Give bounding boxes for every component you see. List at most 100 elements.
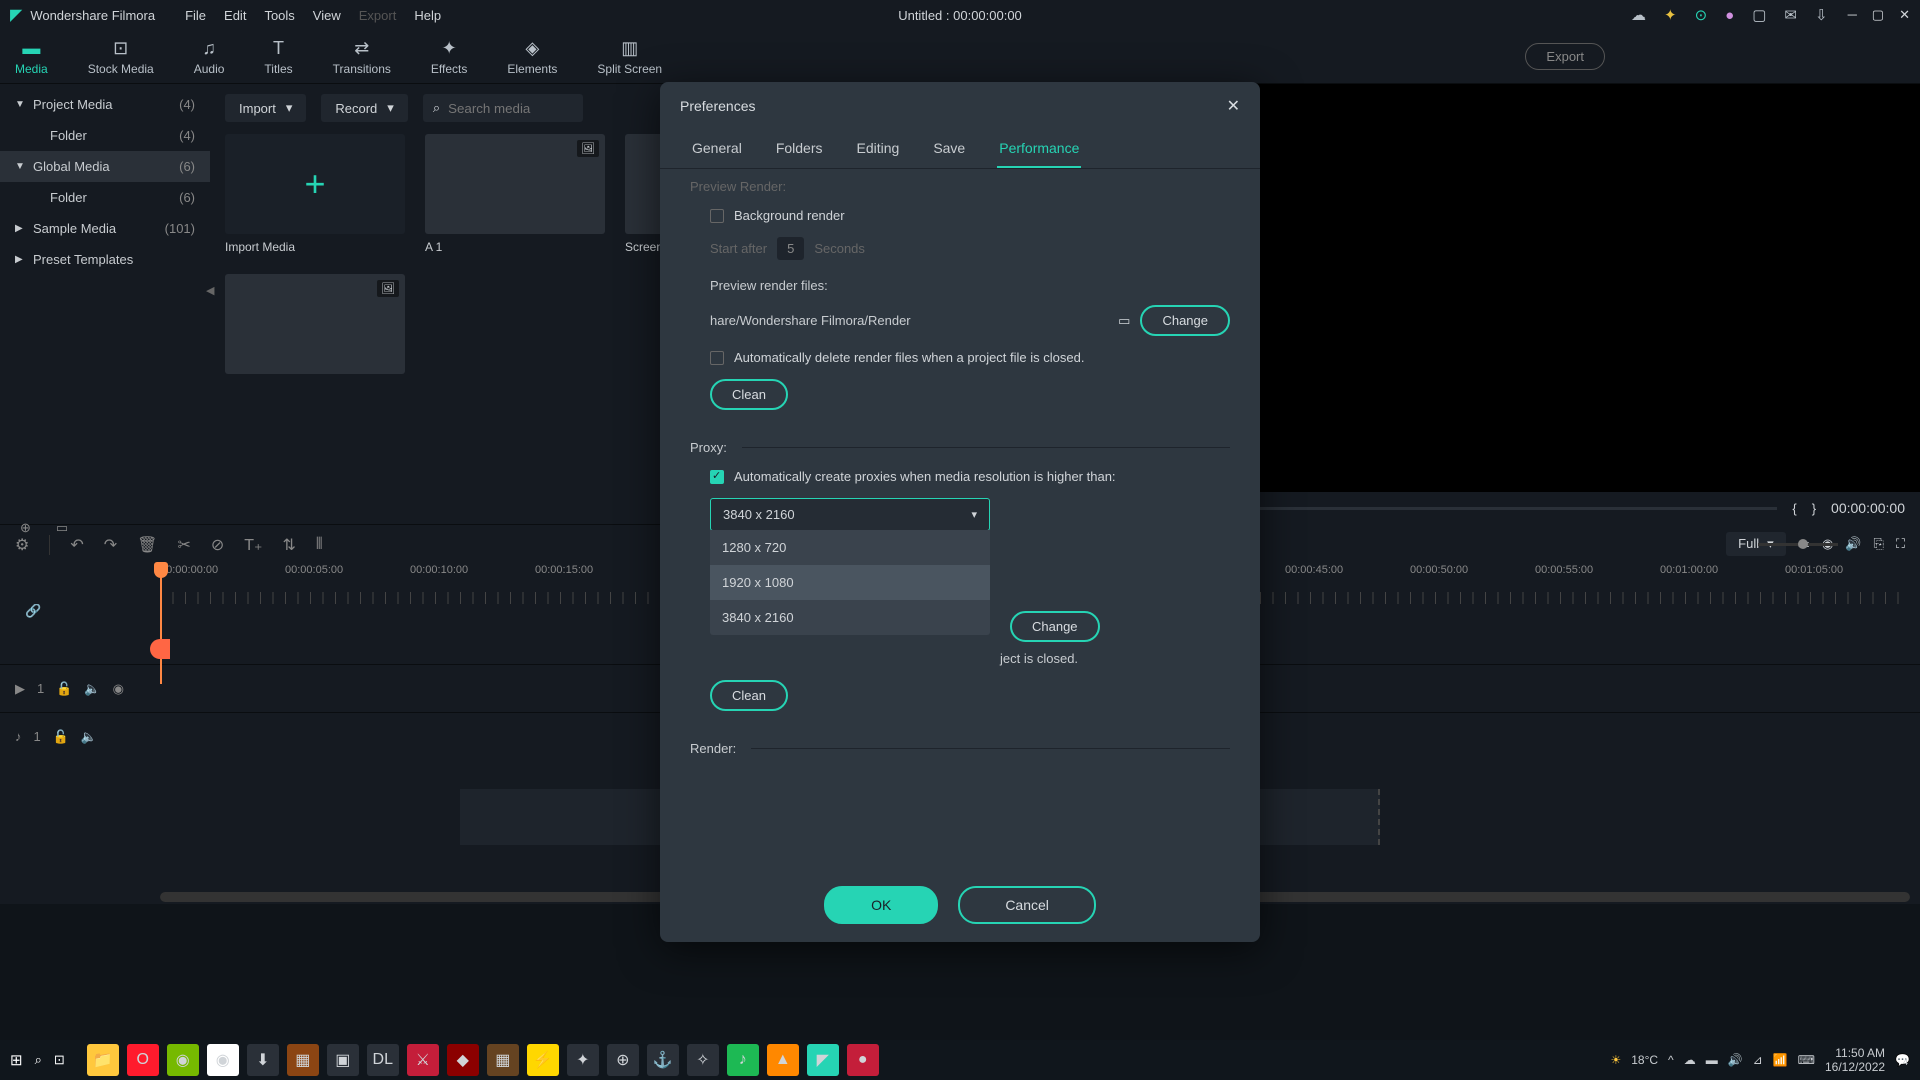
network-icon[interactable]: ⊿ <box>1753 1053 1763 1067</box>
dialog-close-icon[interactable]: ✕ <box>1227 96 1240 116</box>
tab-effects[interactable]: ✦Effects <box>431 38 467 76</box>
battery-icon[interactable]: ▬ <box>1706 1053 1718 1067</box>
app-icon[interactable]: ◆ <box>447 1044 479 1076</box>
app-icon[interactable]: ▣ <box>327 1044 359 1076</box>
wifi-icon[interactable]: 📶 <box>1773 1053 1788 1067</box>
pref-tab-folders[interactable]: Folders <box>774 130 825 168</box>
spotify-icon[interactable]: ♪ <box>727 1044 759 1076</box>
delete-icon[interactable]: 🗑 <box>137 535 157 555</box>
app-icon[interactable]: ⚡ <box>527 1044 559 1076</box>
close-icon[interactable]: ✕ <box>1899 7 1910 23</box>
mail-icon[interactable]: ✉ <box>1784 6 1797 24</box>
tab-split-screen[interactable]: ▥Split Screen <box>597 38 662 76</box>
pref-tab-performance[interactable]: Performance <box>997 130 1081 168</box>
proxy-resolution-select[interactable]: 3840 x 2160 ▾ 1280 x 720 1920 x 1080 384… <box>710 498 990 531</box>
clean-proxy-button[interactable]: Clean <box>710 680 788 711</box>
app-icon[interactable]: ▦ <box>287 1044 319 1076</box>
visibility-icon[interactable]: ◉ <box>113 681 124 697</box>
redo-icon[interactable]: ↷ <box>104 535 117 555</box>
brace-right[interactable]: } <box>1812 501 1816 516</box>
tab-titles[interactable]: TTitles <box>264 38 292 76</box>
mute-icon[interactable]: 🔈 <box>81 729 97 745</box>
save-icon[interactable]: ▢ <box>1752 6 1766 24</box>
app-icon[interactable]: ● <box>847 1044 879 1076</box>
filmora-icon[interactable]: ◤ <box>807 1044 839 1076</box>
tab-audio[interactable]: ♫Audio <box>194 38 225 76</box>
language-icon[interactable]: ⌨ <box>1798 1053 1815 1067</box>
export-button[interactable]: Export <box>1525 43 1605 70</box>
sidebar-item-global-media[interactable]: ▼Global Media(6) <box>0 151 210 182</box>
background-render-checkbox[interactable] <box>710 209 724 223</box>
app-icon[interactable]: ✧ <box>687 1044 719 1076</box>
fullscreen-icon[interactable]: ⛶ <box>1896 536 1905 552</box>
clock[interactable]: 11:50 AM 16/12/2022 <box>1825 1046 1885 1075</box>
weather-temp[interactable]: 18°C <box>1631 1053 1658 1067</box>
volume-icon[interactable]: 🔊 <box>1845 536 1861 552</box>
headset-icon[interactable]: ⊙ <box>1695 6 1708 24</box>
menu-tools[interactable]: Tools <box>264 8 294 23</box>
chrome-icon[interactable]: ◉ <box>207 1044 239 1076</box>
weather-icon[interactable]: ☀ <box>1610 1053 1621 1067</box>
bulb-icon[interactable]: ✦ <box>1664 6 1677 24</box>
resolution-option[interactable]: 1280 x 720 <box>710 530 990 565</box>
download-icon[interactable]: ⇩ <box>1815 6 1828 24</box>
resolution-option[interactable]: 1920 x 1080 <box>710 565 990 600</box>
menu-help[interactable]: Help <box>414 8 441 23</box>
search-input[interactable] <box>448 101 573 116</box>
folder-icon[interactable]: ▭ <box>56 520 68 536</box>
export-clip-icon[interactable]: ⎘ <box>1873 536 1883 552</box>
brace-left[interactable]: { <box>1792 501 1796 516</box>
nvidia-icon[interactable]: ◉ <box>167 1044 199 1076</box>
menu-view[interactable]: View <box>313 8 341 23</box>
tab-stock-media[interactable]: ⊡Stock Media <box>88 38 154 76</box>
profile-icon[interactable]: ● <box>1725 7 1734 24</box>
undo-icon[interactable]: ↶ <box>70 535 83 555</box>
resolution-option[interactable]: 3840 x 2160 <box>710 600 990 635</box>
search-icon[interactable]: ⌕ <box>35 1052 42 1068</box>
new-folder-icon[interactable]: ⊕ <box>20 520 31 536</box>
start-after-value[interactable]: 5 <box>777 237 804 260</box>
adjust-icon[interactable]: ⇅ <box>283 535 296 555</box>
volume-icon[interactable]: 🔊 <box>1728 1053 1743 1067</box>
onedrive-icon[interactable]: ☁ <box>1684 1053 1696 1067</box>
task-view-icon[interactable]: ⊡ <box>54 1052 65 1068</box>
zoom-slider[interactable] <box>1758 543 1838 546</box>
auto-delete-render-checkbox[interactable] <box>710 351 724 365</box>
app-icon[interactable]: ▦ <box>487 1044 519 1076</box>
lock-icon[interactable]: 🔓 <box>53 729 69 745</box>
media-item[interactable]: 🖼 <box>225 274 405 380</box>
change-render-path-button[interactable]: Change <box>1140 305 1230 336</box>
mute-icon[interactable]: 🔈 <box>84 681 100 697</box>
lock-icon[interactable]: 🔓 <box>56 681 72 697</box>
cancel-button[interactable]: Cancel <box>958 886 1096 924</box>
app-icon[interactable]: ⚔ <box>407 1044 439 1076</box>
text-icon[interactable]: T₊ <box>244 535 262 555</box>
clean-render-button[interactable]: Clean <box>710 379 788 410</box>
auto-proxy-checkbox[interactable] <box>710 470 724 484</box>
import-dropdown[interactable]: Import▾ <box>225 94 306 122</box>
playhead[interactable] <box>160 564 162 684</box>
search-media[interactable]: ⌕ <box>423 94 583 122</box>
sidebar-item-preset-templates[interactable]: ▶Preset Templates <box>0 244 210 275</box>
cut-icon[interactable]: ✂ <box>177 535 190 555</box>
app-icon[interactable]: DL <box>367 1044 399 1076</box>
tab-transitions[interactable]: ⇄Transitions <box>333 38 391 76</box>
tab-elements[interactable]: ◈Elements <box>507 38 557 76</box>
import-media-tile[interactable]: + Import Media <box>225 134 405 254</box>
folder-icon[interactable]: ▭ <box>1118 313 1130 329</box>
link-icon[interactable]: 🔗 <box>25 603 41 619</box>
menu-edit[interactable]: Edit <box>224 8 246 23</box>
collapse-handle-icon[interactable]: ◀ <box>206 284 214 297</box>
sidebar-item-project-media[interactable]: ▼Project Media(4) <box>0 89 210 120</box>
record-dropdown[interactable]: Record▾ <box>321 94 407 122</box>
minimize-icon[interactable]: ─ <box>1848 7 1857 23</box>
preview-scrubber[interactable] <box>1205 507 1777 510</box>
opera-icon[interactable]: O <box>127 1044 159 1076</box>
app-icon[interactable]: ⬇ <box>247 1044 279 1076</box>
tab-media[interactable]: ▬Media <box>15 38 48 76</box>
tray-expand-icon[interactable]: ^ <box>1668 1053 1674 1067</box>
notifications-icon[interactable]: 💬4 <box>1895 1053 1910 1067</box>
media-item[interactable]: 🖼 A 1 <box>425 134 605 254</box>
ok-button[interactable]: OK <box>824 886 938 924</box>
explorer-icon[interactable]: 📁 <box>87 1044 119 1076</box>
